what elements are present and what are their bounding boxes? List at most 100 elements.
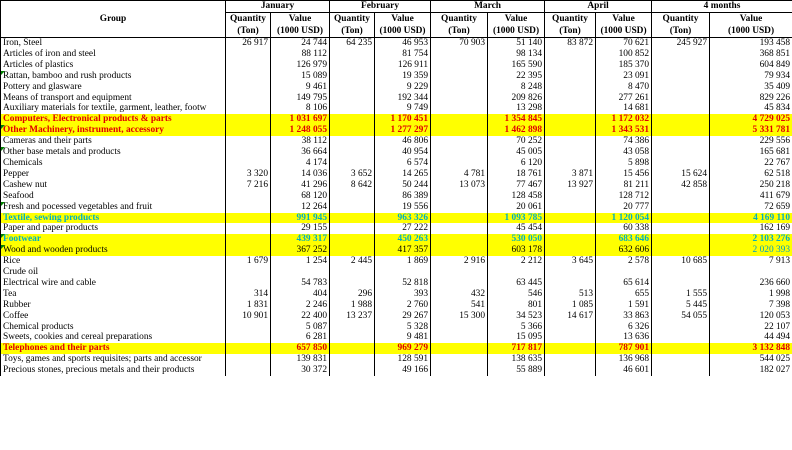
value-cell: 657 850 — [270, 343, 330, 355]
group-name-cell: Wood and wooden products — [0, 245, 226, 257]
quantity-cell — [329, 92, 375, 104]
table-row: Pottery and glasware 9 461 9 229 8 248 8 470… — [0, 81, 792, 93]
quantity-cell — [430, 125, 489, 137]
value-cell: 9 229 — [374, 81, 432, 93]
quantity-cell — [225, 48, 271, 60]
value-cell: 20 061 — [487, 201, 546, 213]
quantity-cell — [329, 365, 375, 377]
value-cell: 27 222 — [374, 223, 432, 235]
quantity-cell: 2 916 — [430, 256, 489, 268]
quantity-cell — [651, 321, 711, 333]
quantity-cell — [430, 321, 489, 333]
table-row: Means of transport and equipment 149 795 1… — [0, 92, 792, 104]
group-name-cell: Sweets, cookies and cereal preparations — [0, 332, 226, 344]
value-cell: 63 445 — [487, 277, 546, 289]
value-cell: 126 979 — [270, 59, 330, 71]
value-cell: 54 783 — [270, 277, 330, 289]
value-cell: 62 518 — [709, 168, 792, 180]
value-unit: (1000 USD) — [595, 25, 653, 38]
value-cell — [487, 267, 546, 278]
table-row: Auxiliary materials for textile, garment… — [0, 103, 792, 115]
quantity-cell — [544, 201, 597, 213]
quantity-cell — [225, 343, 271, 355]
value-cell: 7 913 — [709, 256, 792, 268]
table-row: Pepper 3 320 14 036 3 652 14 265 4 781 18 761 3… — [0, 168, 792, 180]
quantity-cell — [544, 223, 597, 235]
quantity-cell — [225, 136, 271, 148]
quantity-cell — [225, 354, 271, 366]
value-cell: 70 621 — [595, 37, 653, 49]
table-row: Telephones and their parts 657 850 969 279… — [0, 343, 792, 355]
value-cell: 3 132 848 — [709, 343, 792, 355]
value-cell: 46 953 — [374, 37, 432, 49]
group-name-cell: Computers, Electronical products & parts — [0, 114, 226, 126]
value-cell: 33 863 — [595, 310, 653, 322]
quantity-cell: 42 858 — [651, 179, 711, 191]
quantity-cell — [651, 103, 711, 115]
value-cell: 128 591 — [374, 354, 432, 366]
quantity-cell: 296 — [329, 288, 375, 300]
quantity-cell — [544, 267, 597, 278]
value-cell: 126 911 — [374, 59, 432, 71]
value-cell: 79 934 — [709, 70, 792, 82]
quantity-cell — [329, 157, 375, 169]
quantity-cell — [544, 114, 597, 126]
value-cell: 38 112 — [270, 136, 330, 148]
table-row: Crude oil — [0, 267, 792, 278]
value-cell: 49 166 — [374, 365, 432, 377]
quantity-cell — [430, 92, 489, 104]
table-row: Precious stones, precious metals and the… — [0, 365, 792, 377]
value-cell: 41 296 — [270, 179, 330, 191]
value-cell: 9 749 — [374, 103, 432, 115]
value-cell: 603 178 — [487, 245, 546, 257]
table-row: Toys, games and sports requisites; parts… — [0, 354, 792, 366]
quantity-cell — [329, 277, 375, 289]
quantity-cell: 432 — [430, 288, 489, 300]
quantity-cell — [329, 147, 375, 158]
value-cell: 60 338 — [595, 223, 653, 235]
value-cell: 128 712 — [595, 190, 653, 202]
value-header: Value — [270, 12, 330, 25]
quantity-cell: 245 927 — [651, 37, 711, 49]
value-cell: 23 091 — [595, 70, 653, 82]
quantity-cell — [329, 136, 375, 148]
value-cell: 1 277 297 — [374, 125, 432, 137]
value-cell: 2 578 — [595, 256, 653, 268]
value-cell: 29 267 — [374, 310, 432, 322]
quantity-cell — [225, 70, 271, 82]
table-row: Coffee 10 901 22 400 13 237 29 267 15 300 34 5… — [0, 310, 792, 322]
value-cell: 209 826 — [487, 92, 546, 104]
quantity-unit: (Ton) — [651, 25, 711, 38]
quantity-cell: 3 645 — [544, 256, 597, 268]
value-cell: 22 400 — [270, 310, 330, 322]
quantity-cell — [225, 147, 271, 158]
quantity-cell — [544, 365, 597, 377]
value-cell: 45 005 — [487, 147, 546, 158]
quantity-cell: 3 871 — [544, 168, 597, 180]
value-cell: 13 636 — [595, 332, 653, 344]
quantity-cell: 15 624 — [651, 168, 711, 180]
quantity-cell: 541 — [430, 299, 489, 311]
group-name-cell: Toys, games and sports requisites; parts… — [0, 354, 226, 366]
quantity-cell — [651, 114, 711, 126]
group-name-cell: Cashew nut — [0, 179, 226, 191]
quantity-cell — [430, 245, 489, 257]
table-row: Footwear 439 317 450 263 530 050 683 646 2 10… — [0, 234, 792, 246]
value-cell: 43 058 — [595, 147, 653, 158]
value-cell: 6 326 — [595, 321, 653, 333]
group-name-cell: Tea — [0, 288, 226, 300]
quantity-unit: (Ton) — [430, 25, 489, 38]
quantity-cell — [651, 48, 711, 60]
value-cell: 98 134 — [487, 48, 546, 60]
value-cell: 193 458 — [709, 37, 792, 49]
group-name-cell: Articles of plastics — [0, 59, 226, 71]
quantity-cell — [651, 354, 711, 366]
quantity-cell — [430, 81, 489, 93]
value-cell: 74 386 — [595, 136, 653, 148]
value-cell — [270, 267, 330, 278]
group-name-cell: Cameras and their parts — [0, 136, 226, 148]
value-cell: 18 761 — [487, 168, 546, 180]
quantity-unit: (Ton) — [329, 25, 375, 38]
value-cell: 368 851 — [709, 48, 792, 60]
quantity-cell — [225, 267, 271, 278]
